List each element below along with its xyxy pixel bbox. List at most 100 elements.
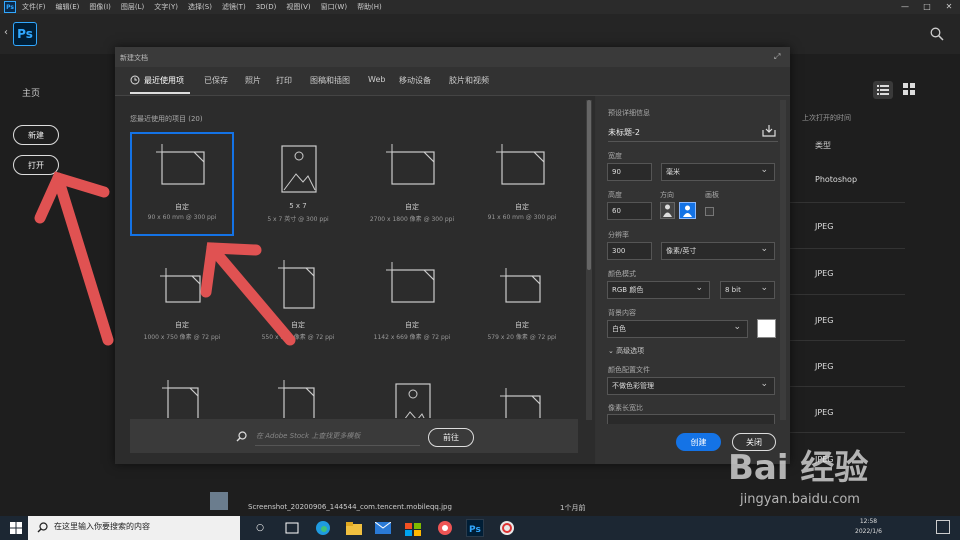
color-mode-select[interactable]: RGB 颜色 [607,281,710,299]
orientation-label: 方向 [660,191,674,199]
system-clock[interactable]: 12:58 2022/1/6 [855,517,882,537]
doc-landscape-small-icon [500,388,541,418]
preset-description: 1000 x 750 像素 @ 72 ppi [143,334,221,341]
save-preset-icon[interactable] [762,124,776,137]
search-icon[interactable] [930,27,944,41]
preset-name: 5 x 7 [289,202,307,210]
resolution-label: 分辨率 [608,231,629,239]
resolution-unit-select[interactable]: 像素/英寸 [661,242,775,260]
preset-card[interactable]: 自定 91 x 60 mm @ 300 ppi [470,132,586,242]
taskview-icon[interactable] [283,519,301,537]
edge-browser-icon[interactable] [314,519,332,537]
preset-card[interactable] [130,370,250,418]
preset-card[interactable]: 自定 1000 x 750 像素 @ 72 ppi [130,250,250,360]
bit-depth-select[interactable]: 8 bit [720,281,775,299]
store-icon[interactable] [404,519,422,537]
preset-description: 2700 x 1800 像素 @ 300 ppi [369,216,455,223]
file-thumbnail [210,492,228,510]
doc-landscape-small-icon [160,268,201,303]
svg-text:Ps: Ps [469,525,481,535]
advanced-options-toggle[interactable]: ⌄ 高级选项 [608,346,644,356]
row-divider [790,386,905,387]
preset-card[interactable]: 自定 90 x 60 mm @ 300 ppi [130,132,250,242]
preset-card[interactable] [470,370,586,418]
notification-center-icon[interactable] [936,520,950,534]
image-portrait-icon [281,145,317,193]
resolution-input[interactable]: 300 [607,242,652,260]
stock-input-underline [255,445,420,446]
color-profile-label: 颜色配置文件 [608,366,650,374]
preset-name: 自定 [175,321,189,329]
height-input[interactable]: 60 [607,202,652,220]
artboard-label: 画板 [705,191,719,199]
preset-card[interactable]: 5 x 7 5 x 7 英寸 @ 300 ppi [246,132,366,242]
task-view-icon[interactable]: ○ [251,519,269,537]
photoshop-taskbar-icon[interactable]: Ps [466,519,484,537]
timer-icon[interactable] [498,519,516,537]
preset-card[interactable] [246,370,366,418]
preset-scroll-thumb[interactable] [587,100,591,270]
file-explorer-icon[interactable] [345,519,363,537]
app-icon[interactable] [436,519,454,537]
preset-description: 5 x 7 英寸 @ 300 ppi [267,216,329,223]
preset-name: 自定 [291,321,305,329]
background-label: 背景内容 [608,309,636,317]
mail-icon[interactable] [374,519,392,537]
preset-card[interactable] [360,370,480,418]
unit-select[interactable]: 毫米 [661,163,775,181]
pixel-aspect-select[interactable] [607,414,775,424]
preset-name: 自定 [405,203,419,211]
advanced-options-label: 高级选项 [616,347,645,355]
row-divider [790,248,905,249]
grid-view-icon[interactable] [903,83,915,95]
chevron-down-icon: ⌄ [608,347,617,355]
preset-name: 自定 [515,203,529,211]
width-input[interactable]: 90 [607,163,652,181]
name-underline [608,141,778,142]
row-type: JPEG [815,222,834,231]
window-close-button[interactable]: ✕ [938,0,960,14]
create-button[interactable]: 创建 [676,433,721,451]
column-header-last-opened[interactable]: 上次打开的时间 [802,113,851,123]
landscape-orientation-button[interactable] [679,202,696,219]
doc-landscape-small-icon [500,268,541,303]
row-divider [790,432,905,433]
preset-description: 550 x 800 像素 @ 72 ppi [261,334,335,341]
preset-card[interactable]: 自定 2700 x 1800 像素 @ 300 ppi [360,132,480,242]
column-header-type[interactable]: 类型 [815,140,831,151]
go-button[interactable]: 前往 [428,428,474,447]
doc-landscape-icon [496,144,545,185]
stock-search-input[interactable]: 在 Adobe Stock 上查找更多模板 [256,431,360,441]
color-mode-label: 颜色模式 [608,270,636,278]
doc-portrait-icon [278,380,315,418]
row-divider [790,340,905,341]
background-color-swatch[interactable] [757,319,776,338]
windows-start-icon[interactable] [10,522,22,534]
preset-card[interactable]: 自定 550 x 800 像素 @ 72 ppi [246,250,366,360]
width-label: 宽度 [608,152,622,160]
preset-card[interactable]: 自定 1142 x 669 像素 @ 72 ppi [360,250,480,360]
row-divider [790,294,905,295]
maximize-button[interactable]: □ [916,0,938,14]
preset-description: 1142 x 669 像素 @ 72 ppi [373,334,451,341]
list-view-icon[interactable] [873,81,893,99]
preset-cards: 自定 90 x 60 mm @ 300 ppi 5 x 7 5 x 7 英寸 @ 30… [0,0,586,418]
pixel-aspect-label: 像素长宽比 [608,404,643,412]
color-profile-select[interactable]: 不做色彩管理 [607,377,775,395]
details-scrollbar[interactable] [780,100,786,420]
artboard-checkbox[interactable] [705,207,714,216]
portrait-orientation-button[interactable] [660,202,675,219]
color-mode-value: RGB 颜色 [612,286,644,294]
doc-landscape-icon [156,144,205,185]
clock-time: 12:58 [859,518,878,525]
preset-card[interactable]: 自定 579 x 20 像素 @ 72 ppi [470,250,586,360]
image-portrait-icon [395,383,431,418]
file-time: 1个月前 [560,504,586,512]
dialog-expand-icon[interactable]: ⤢ [774,52,780,62]
taskbar-search-placeholder: 在这里输入你要搜索的内容 [54,522,150,531]
document-name-field[interactable]: 未标题-2 [608,127,640,138]
minimize-button[interactable]: — [894,0,916,14]
row-type: Photoshop [815,175,858,184]
background-select[interactable]: 白色 [607,320,748,338]
row-type: JPEG [815,408,834,417]
